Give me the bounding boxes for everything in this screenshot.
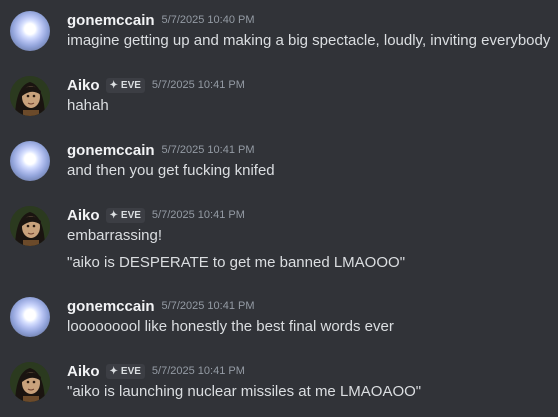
avatar-image: [10, 206, 50, 246]
message-header: Aiko ✦ EVE 5/7/2025 10:41 PM: [67, 361, 245, 381]
message-text: looooooool like honestly the best final …: [67, 318, 394, 335]
avatar-image: [10, 362, 50, 402]
timestamp: 5/7/2025 10:41 PM: [151, 209, 245, 221]
timestamp: 5/7/2025 10:41 PM: [161, 144, 255, 156]
timestamp: 5/7/2025 10:41 PM: [151, 79, 245, 91]
message-header: gonemccain 5/7/2025 10:40 PM: [67, 10, 255, 30]
message-header: Aiko ✦ EVE 5/7/2025 10:41 PM: [67, 205, 245, 225]
sparkle-icon: ✦: [109, 209, 118, 221]
sparkle-icon: ✦: [109, 79, 118, 91]
avatar[interactable]: [10, 206, 50, 246]
timestamp: 5/7/2025 10:40 PM: [161, 14, 255, 26]
avatar[interactable]: [10, 362, 50, 402]
username[interactable]: gonemccain: [67, 12, 155, 29]
avatar[interactable]: [10, 11, 50, 51]
username[interactable]: gonemccain: [67, 142, 155, 159]
message-text: "aiko is launching nuclear missiles at m…: [67, 383, 422, 400]
sparkle-icon: ✦: [109, 365, 118, 377]
message-header: Aiko ✦ EVE 5/7/2025 10:41 PM: [67, 75, 245, 95]
timestamp: 5/7/2025 10:41 PM: [161, 300, 255, 312]
avatar[interactable]: [10, 141, 50, 181]
message-text: imagine getting up and making a big spec…: [67, 32, 551, 49]
server-tag-label: EVE: [120, 209, 141, 221]
username[interactable]: gonemccain: [67, 298, 155, 315]
avatar-image: [10, 76, 50, 116]
server-tag[interactable]: ✦ EVE: [105, 207, 145, 223]
message-text: embarrassing!: [67, 227, 163, 244]
server-tag[interactable]: ✦ EVE: [105, 77, 145, 93]
timestamp: 5/7/2025 10:41 PM: [151, 365, 245, 377]
username[interactable]: Aiko: [67, 77, 100, 94]
username[interactable]: Aiko: [67, 363, 100, 380]
message-header: gonemccain 5/7/2025 10:41 PM: [67, 296, 255, 316]
server-tag-label: EVE: [120, 79, 141, 91]
message-text: and then you get fucking knifed: [67, 162, 275, 179]
server-tag[interactable]: ✦ EVE: [105, 363, 145, 379]
message-text: hahah: [67, 97, 109, 114]
username[interactable]: Aiko: [67, 207, 100, 224]
chat-log: gonemccain 5/7/2025 10:40 PM imagine get…: [0, 0, 558, 417]
avatar[interactable]: [10, 297, 50, 337]
server-tag-label: EVE: [120, 365, 141, 377]
message-header: gonemccain 5/7/2025 10:41 PM: [67, 140, 255, 160]
avatar[interactable]: [10, 76, 50, 116]
message-text: "aiko is DESPERATE to get me banned LMAO…: [67, 254, 406, 271]
